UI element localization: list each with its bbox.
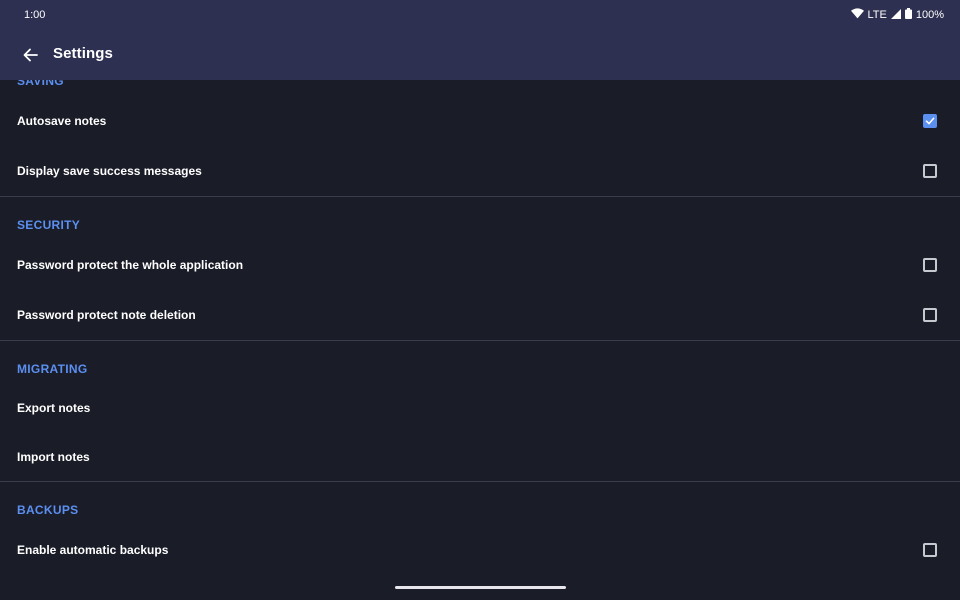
- display-save-success-checkbox[interactable]: [923, 164, 937, 178]
- section-divider: [0, 196, 960, 197]
- page-title: Settings: [53, 45, 113, 62]
- signal-icon: [890, 8, 901, 22]
- status-time: 1:00: [24, 9, 46, 21]
- setting-label: Enable automatic backups: [17, 543, 169, 557]
- battery-level: 100%: [915, 9, 944, 21]
- enable-automatic-backups-checkbox[interactable]: [923, 543, 937, 557]
- section-header-saving: SAVING: [17, 80, 64, 88]
- setting-enable-automatic-backups[interactable]: Enable automatic backups: [0, 526, 960, 574]
- status-bar: 1:00 LTE 100%: [0, 0, 960, 30]
- section-header-security: SECURITY: [17, 218, 81, 232]
- setting-password-protect-deletion[interactable]: Password protect note deletion: [0, 291, 960, 339]
- section-divider: [0, 340, 960, 341]
- setting-label: Display save success messages: [17, 164, 202, 178]
- setting-display-save-success[interactable]: Display save success messages: [0, 147, 960, 195]
- check-icon: [925, 117, 935, 125]
- setting-label: Password protect the whole application: [17, 258, 244, 272]
- app-bar: Settings: [0, 30, 960, 80]
- status-icons: LTE 100%: [850, 8, 944, 22]
- autosave-notes-checkbox[interactable]: [923, 114, 937, 128]
- gesture-nav-handle[interactable]: [395, 586, 566, 589]
- setting-password-protect-app[interactable]: Password protect the whole application: [0, 241, 960, 289]
- password-protect-app-checkbox[interactable]: [923, 258, 937, 272]
- setting-label: Export notes: [17, 401, 91, 415]
- setting-import-notes[interactable]: Import notes: [0, 433, 960, 481]
- settings-list[interactable]: SAVING Autosave notes Display save succe…: [0, 80, 960, 600]
- section-divider: [0, 481, 960, 482]
- password-protect-deletion-checkbox[interactable]: [923, 308, 937, 322]
- setting-label: Autosave notes: [17, 114, 107, 128]
- setting-autosave-notes[interactable]: Autosave notes: [0, 97, 960, 145]
- battery-icon: [904, 8, 912, 22]
- arrow-back-icon: [23, 48, 38, 62]
- wifi-icon: [850, 8, 864, 22]
- setting-label: Import notes: [17, 450, 90, 464]
- setting-label: Password protect note deletion: [17, 308, 196, 322]
- section-header-backups: BACKUPS: [17, 503, 79, 517]
- section-header-migrating: MIGRATING: [17, 362, 88, 376]
- back-button[interactable]: [16, 41, 44, 69]
- network-type: LTE: [867, 9, 887, 21]
- setting-export-notes[interactable]: Export notes: [0, 384, 960, 432]
